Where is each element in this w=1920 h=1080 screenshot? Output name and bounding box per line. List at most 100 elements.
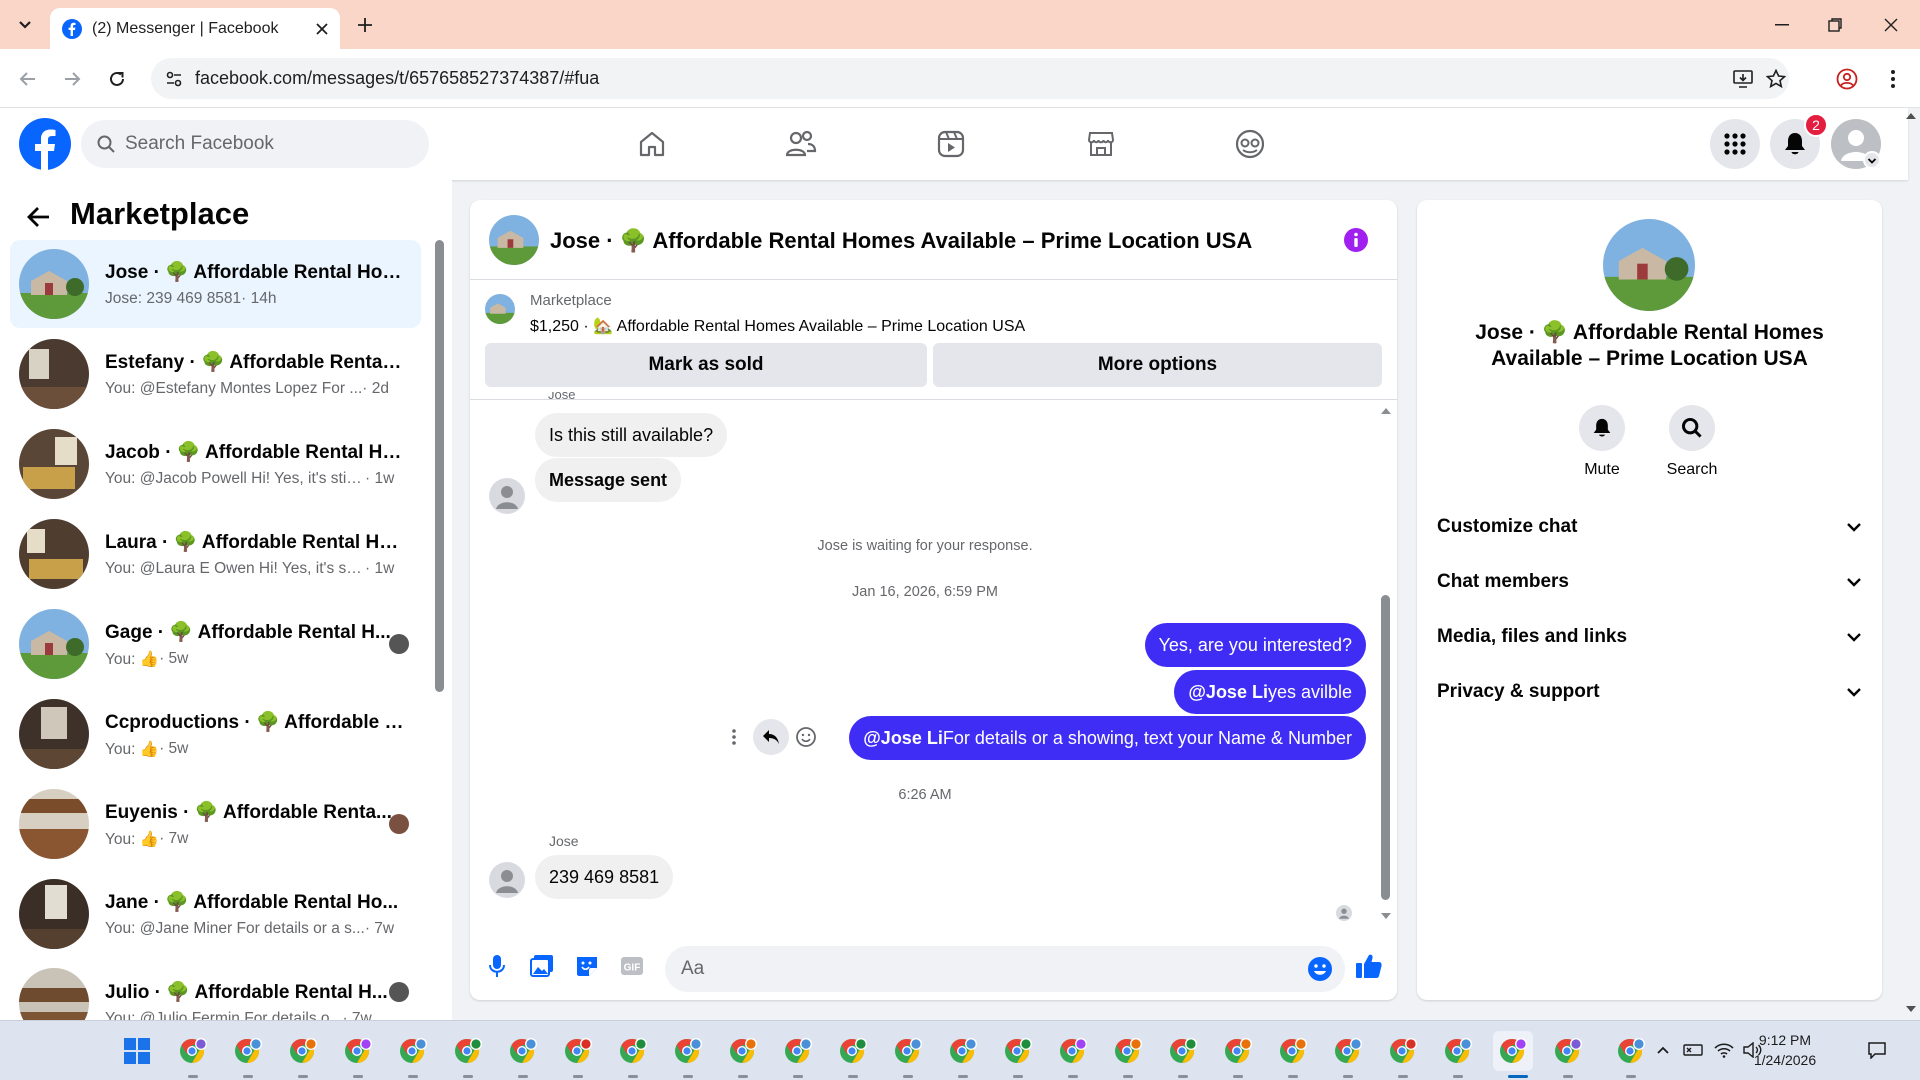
system-clock[interactable]: 9:12 PM 1/24/2026 (1745, 1030, 1825, 1070)
chrome-profile-taskbar-icon[interactable] (888, 1031, 928, 1071)
message-bubble-outgoing[interactable]: Yes, are you interested? (1144, 623, 1366, 667)
chrome-profile-taskbar-icon[interactable] (1611, 1031, 1651, 1071)
chrome-profile-taskbar-icon[interactable] (1163, 1031, 1203, 1071)
chat-scrollbar[interactable] (1381, 595, 1390, 900)
facebook-logo-icon[interactable] (19, 118, 71, 170)
details-avatar[interactable] (1603, 219, 1695, 311)
chat-avatar[interactable] (489, 215, 539, 265)
url-omnibox[interactable]: facebook.com/messages/t/657658527374387/… (151, 58, 1789, 99)
profile-icon[interactable] (1833, 65, 1861, 93)
photo-icon[interactable] (527, 951, 557, 981)
restore-icon[interactable] (1820, 12, 1850, 38)
reply-icon[interactable] (753, 719, 789, 755)
input-indicator-icon[interactable] (1682, 1039, 1704, 1061)
mute-action[interactable]: Mute (1562, 405, 1642, 479)
chrome-profile-taskbar-icon[interactable] (173, 1031, 213, 1071)
chrome-profile-taskbar-icon[interactable] (1053, 1031, 1093, 1071)
back-arrow-icon[interactable] (24, 202, 54, 232)
conversation-item[interactable]: Jose · 🌳 Affordable Rental Hom... Jose: 2… (10, 240, 421, 328)
bookmark-star-icon[interactable] (1763, 66, 1789, 92)
chat-members-row[interactable]: Chat members (1437, 560, 1862, 604)
chrome-profile-taskbar-icon[interactable] (1218, 1031, 1258, 1071)
tab-search-dropdown-icon[interactable] (12, 12, 38, 38)
sticker-icon[interactable] (572, 951, 602, 981)
more-options-button[interactable]: More options (933, 343, 1382, 387)
conversation-item[interactable]: Euyenis · 🌳 Affordable Renta... You: 👍 · 7… (10, 780, 421, 868)
page-scroll-up-icon[interactable] (1905, 112, 1917, 120)
conversation-item[interactable]: Julio · 🌳 Affordable Rental H... You: @Ju… (10, 960, 421, 1020)
customize-chat-row[interactable]: Customize chat (1437, 505, 1862, 549)
forward-icon[interactable] (58, 65, 86, 93)
tray-chevron-up-icon[interactable] (1652, 1039, 1674, 1061)
notification-center-icon[interactable] (1866, 1039, 1888, 1061)
more-actions-icon[interactable] (724, 727, 744, 747)
chrome-profile-taskbar-icon[interactable] (1438, 1031, 1478, 1071)
close-window-icon[interactable] (1876, 12, 1906, 38)
sidebar-scrollbar[interactable] (435, 240, 444, 692)
browser-tab[interactable]: (2) Messenger | Facebook (50, 8, 340, 49)
new-tab-icon[interactable] (352, 12, 378, 38)
chrome-profile-taskbar-icon[interactable] (1273, 1031, 1313, 1071)
privacy-support-row[interactable]: Privacy & support (1437, 670, 1862, 714)
chrome-profile-taskbar-icon[interactable] (998, 1031, 1038, 1071)
listing-price-title[interactable]: $1,250 · 🏡 Affordable Rental Homes Avail… (530, 316, 1025, 336)
message-bubble-incoming[interactable]: Message sent (535, 458, 682, 502)
chrome-profile-taskbar-icon[interactable] (723, 1031, 763, 1071)
chrome-profile-taskbar-icon[interactable] (1493, 1031, 1533, 1071)
browser-menu-icon[interactable] (1879, 65, 1907, 93)
reload-icon[interactable] (103, 65, 131, 93)
emoji-icon[interactable] (1307, 956, 1333, 982)
menu-grid-icon[interactable] (1710, 119, 1760, 169)
chrome-profile-taskbar-icon[interactable] (1108, 1031, 1148, 1071)
chrome-profile-taskbar-icon[interactable] (943, 1031, 983, 1071)
chrome-profile-taskbar-icon[interactable] (613, 1031, 653, 1071)
message-bubble-incoming[interactable]: Is this still available? (535, 413, 728, 457)
conversation-item[interactable]: Estefany · 🌳 Affordable Rental ... You: @… (10, 330, 421, 418)
chrome-profile-taskbar-icon[interactable] (833, 1031, 873, 1071)
conversation-item[interactable]: Gage · 🌳 Affordable Rental H... You: 👍 · 5… (10, 600, 421, 688)
chrome-profile-taskbar-icon[interactable] (1383, 1031, 1423, 1071)
mention[interactable]: @Jose Li (1188, 682, 1268, 703)
conversation-item[interactable]: Laura · 🌳 Affordable Rental Ho... You: @L… (10, 510, 421, 598)
chrome-profile-taskbar-icon[interactable] (778, 1031, 818, 1071)
home-icon[interactable] (632, 124, 672, 164)
react-emoji-icon[interactable] (795, 726, 817, 748)
conversation-item[interactable]: Ccproductions · 🌳 Affordable R... You: 👍 ·… (10, 690, 421, 778)
mark-as-sold-button[interactable]: Mark as sold (485, 343, 927, 387)
mention[interactable]: @Jose Li (863, 728, 943, 749)
media-files-links-row[interactable]: Media, files and links (1437, 615, 1862, 659)
conversation-item[interactable]: Jacob · 🌳 Affordable Rental Ho... You: @J… (10, 420, 421, 508)
friends-icon[interactable] (781, 124, 821, 164)
message-input[interactable]: Aa (665, 946, 1345, 992)
message-bubble-outgoing[interactable]: @Jose Li For details or a showing, text … (849, 716, 1366, 760)
chrome-profile-taskbar-icon[interactable] (1548, 1031, 1588, 1071)
back-icon[interactable] (14, 65, 42, 93)
chrome-profile-taskbar-icon[interactable] (338, 1031, 378, 1071)
gif-icon[interactable]: GIF (617, 951, 647, 981)
scroll-down-icon[interactable] (1380, 912, 1392, 920)
message-bubble-incoming[interactable]: 239 469 8581 (535, 855, 674, 899)
chrome-profile-taskbar-icon[interactable] (503, 1031, 543, 1071)
chrome-profile-taskbar-icon[interactable] (1328, 1031, 1368, 1071)
scroll-up-icon[interactable] (1380, 407, 1392, 415)
chrome-profile-taskbar-icon[interactable] (558, 1031, 598, 1071)
chrome-profile-taskbar-icon[interactable] (668, 1031, 708, 1071)
message-bubble-outgoing[interactable]: @Jose Li yes avilble (1174, 670, 1366, 714)
page-scroll-down-icon[interactable] (1905, 1005, 1917, 1013)
chrome-profile-taskbar-icon[interactable] (448, 1031, 488, 1071)
thumbs-up-icon[interactable] (1354, 951, 1384, 981)
minimize-icon[interactable] (1767, 12, 1797, 38)
windows-start-icon[interactable] (117, 1031, 157, 1071)
marketplace-icon[interactable] (1081, 124, 1121, 164)
gaming-icon[interactable] (1230, 124, 1270, 164)
chrome-profile-taskbar-icon[interactable] (283, 1031, 323, 1071)
site-info-icon[interactable] (165, 70, 183, 88)
install-app-icon[interactable] (1730, 66, 1756, 92)
microphone-icon[interactable] (482, 951, 512, 981)
account-avatar[interactable] (1831, 119, 1881, 169)
search-action[interactable]: Search (1652, 405, 1732, 479)
chrome-profile-taskbar-icon[interactable] (393, 1031, 433, 1071)
chrome-profile-taskbar-icon[interactable] (228, 1031, 268, 1071)
wifi-icon[interactable] (1713, 1039, 1735, 1061)
info-icon[interactable] (1343, 227, 1369, 253)
